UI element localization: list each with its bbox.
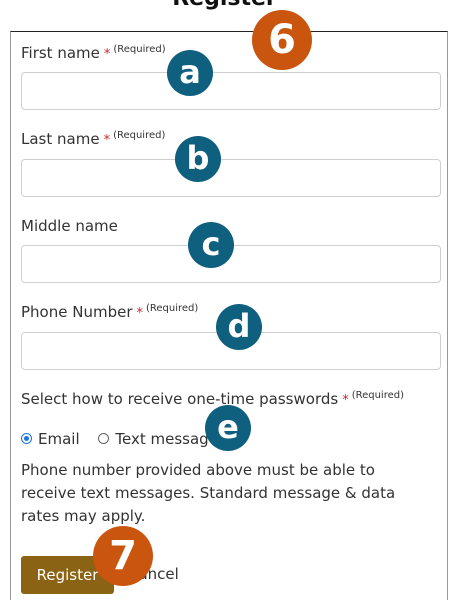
required-star: * [342, 393, 349, 408]
text-message-radio[interactable] [98, 433, 110, 444]
required-star: * [136, 306, 144, 321]
callout-a-badge: a [167, 50, 213, 96]
page-heading: Register [0, 0, 449, 16]
text-message-option-label: Text message [115, 430, 218, 448]
email-option-label: Email [38, 430, 80, 448]
callout-b-badge: b [175, 136, 221, 182]
first-name-input[interactable] [21, 72, 441, 110]
required-text: (Required) [146, 303, 199, 314]
step-6-badge: 6 [252, 10, 312, 70]
otp-method-label: Select how to receive one-time passwords… [21, 390, 404, 408]
last-name-label-text: Last name [21, 130, 100, 148]
required-text: (Required) [351, 390, 404, 401]
required-star: * [103, 47, 111, 62]
callout-d-badge: d [216, 304, 262, 350]
registration-page: Register First name*(Required) Last name… [0, 0, 449, 600]
last-name-input[interactable] [21, 159, 441, 197]
callout-c-badge: c [188, 222, 234, 268]
middle-name-label: Middle name [21, 217, 118, 235]
required-text: (Required) [113, 130, 166, 141]
otp-method-label-text: Select how to receive one-time passwords [21, 390, 339, 408]
otp-method-radio-group: Email Text message [21, 430, 232, 450]
first-name-label: First name * (Required) [21, 44, 166, 62]
otp-option-text-message[interactable]: Text message [98, 430, 218, 448]
otp-option-email[interactable]: Email [21, 430, 80, 448]
last-name-label: Last name * (Required) [21, 130, 165, 148]
required-text: (Required) [113, 44, 166, 55]
required-star: * [103, 133, 111, 148]
sms-disclaimer: Phone number provided above must be able… [21, 461, 396, 525]
first-name-label-text: First name [21, 44, 100, 62]
phone-number-label-text: Phone Number [21, 303, 133, 321]
step-7-badge: 7 [93, 526, 153, 586]
middle-name-label-text: Middle name [21, 217, 118, 235]
callout-e-badge: e [205, 405, 251, 451]
email-radio[interactable] [21, 433, 32, 444]
phone-number-label: Phone Number * (Required) [21, 303, 198, 321]
